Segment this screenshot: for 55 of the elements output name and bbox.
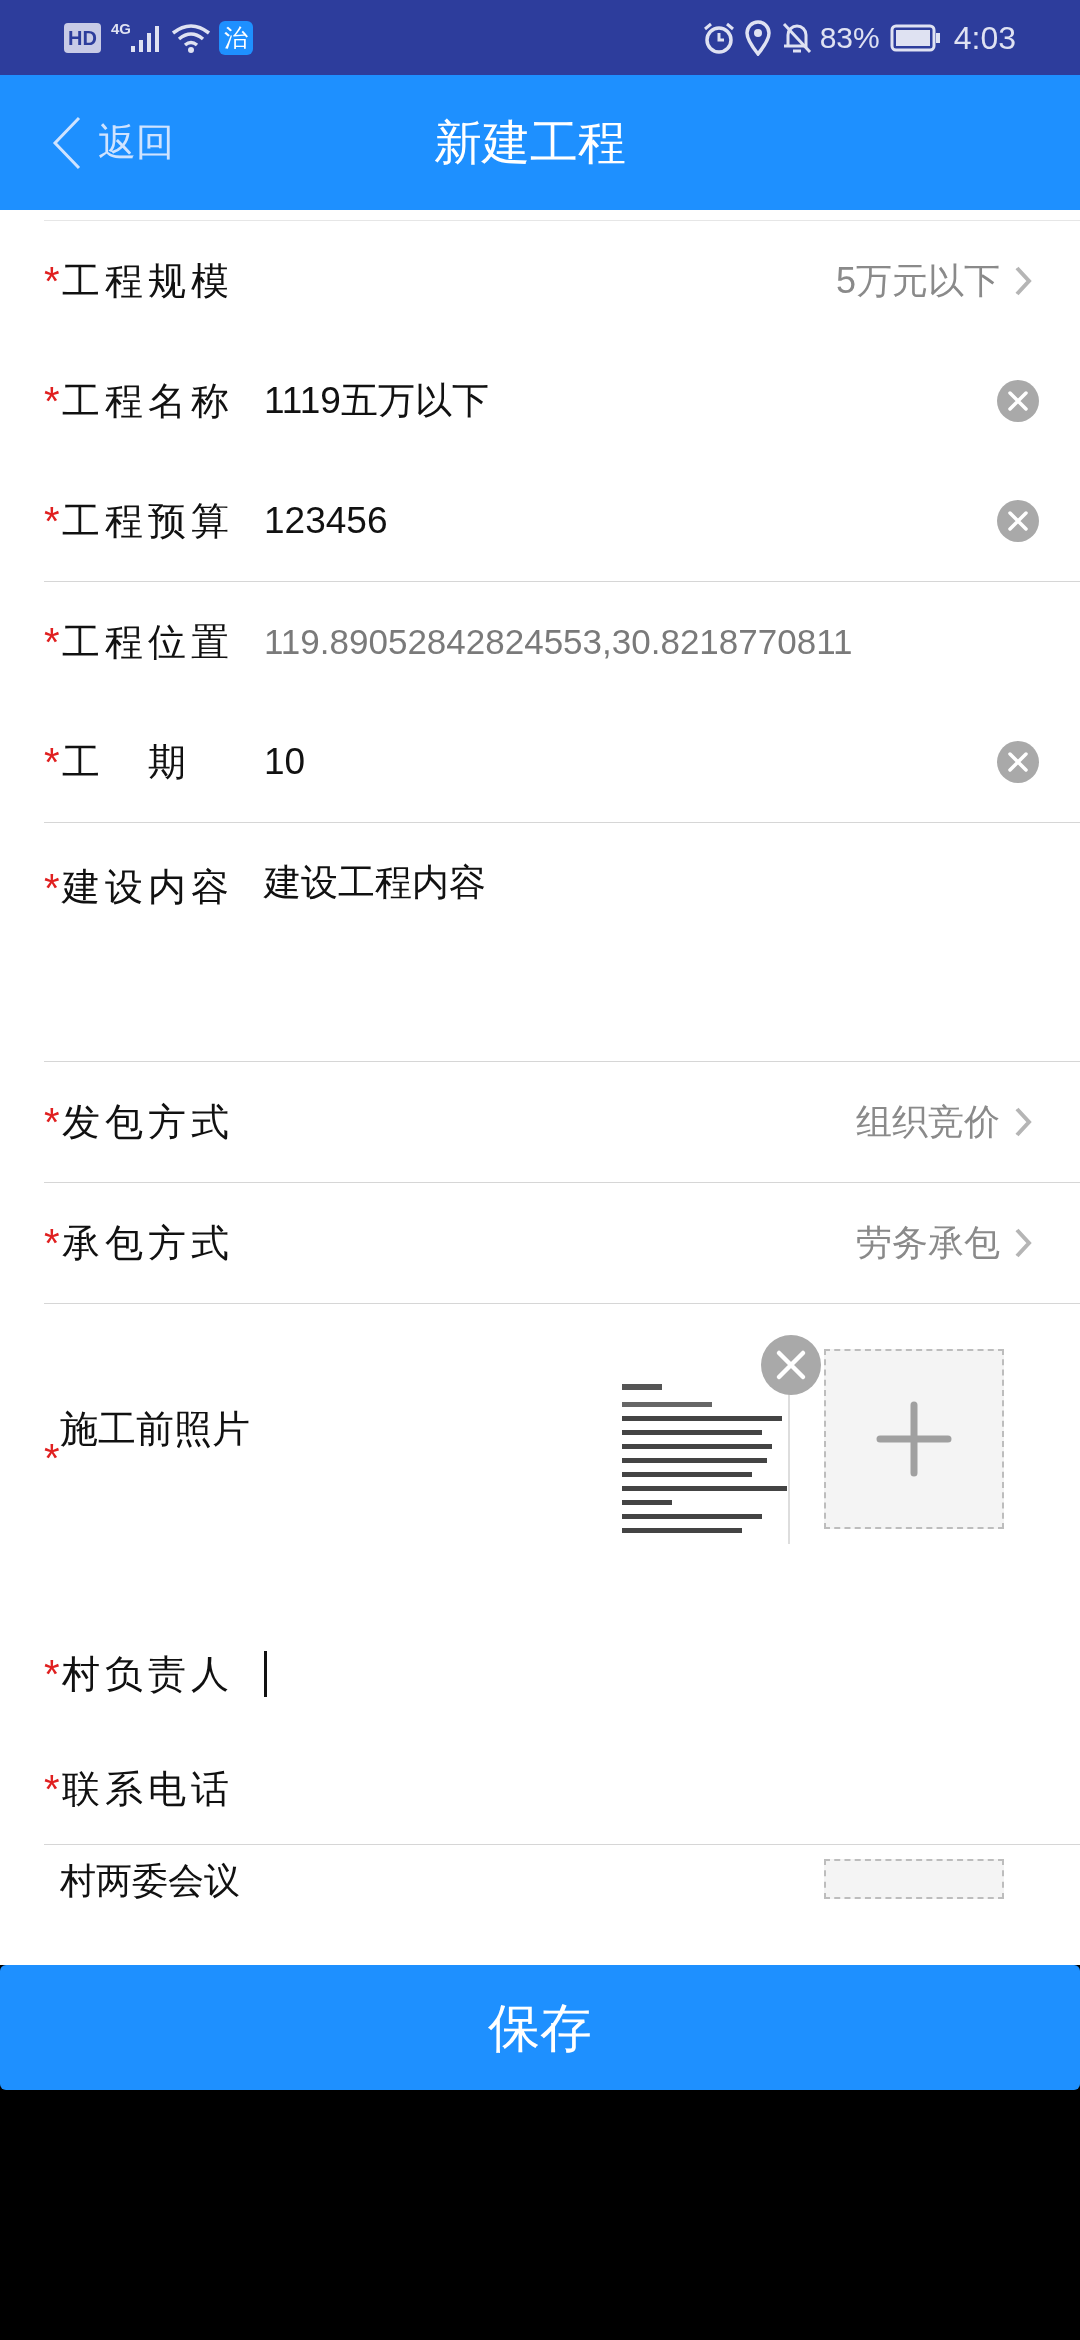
add-photo-tile[interactable] xyxy=(824,1349,1004,1529)
field-label: 工程预算 xyxy=(61,498,234,544)
required-asterisk: * xyxy=(44,622,60,662)
page-title: 新建工程 xyxy=(434,114,626,171)
back-button[interactable]: 返回 xyxy=(0,114,174,171)
field-label: 村两委会议 xyxy=(60,1859,240,1903)
chevron-right-icon xyxy=(1014,265,1032,297)
required-asterisk: * xyxy=(44,742,60,782)
required-asterisk: * xyxy=(44,1769,60,1809)
field-label: 发包方式 xyxy=(61,1099,234,1145)
text-field[interactable]: 123456 xyxy=(244,493,996,549)
location-value: 119.89052842824553,30.8218770811 xyxy=(263,620,853,663)
wifi-icon xyxy=(170,22,211,53)
required-asterisk: * xyxy=(44,501,60,541)
required-asterisk: * xyxy=(44,261,60,301)
select-field[interactable]: 5万元以下 xyxy=(244,254,1032,308)
field-label: 联系电话 xyxy=(61,1766,234,1812)
select-field[interactable]: 组织竞价 xyxy=(244,1095,1032,1149)
field-label: 工程名称 xyxy=(61,378,234,424)
clear-icon[interactable] xyxy=(996,379,1040,423)
field-label: 承包方式 xyxy=(61,1220,234,1266)
clear-icon[interactable] xyxy=(996,499,1040,543)
app-notification-badge: 治 xyxy=(218,20,253,55)
field-label: 村负责人 xyxy=(61,1651,234,1697)
required-asterisk: * xyxy=(44,867,60,908)
field-label: 工程位置 xyxy=(61,619,234,665)
required-asterisk: * xyxy=(44,1102,60,1142)
battery-icon xyxy=(889,23,942,52)
location-icon xyxy=(743,19,772,56)
chevron-right-icon xyxy=(1014,1227,1032,1259)
remove-photo-icon[interactable] xyxy=(760,1334,822,1396)
hd-indicator: HD xyxy=(64,22,101,53)
add-photo-tile[interactable] xyxy=(824,1859,1004,1899)
field-label: 工程规模 xyxy=(61,258,234,304)
signal-icon xyxy=(130,23,161,52)
text-area[interactable]: 建设工程内容 xyxy=(244,859,1040,919)
field-label: 建设内容 xyxy=(61,865,234,910)
required-asterisk: * xyxy=(44,1437,60,1478)
network-type: 4G xyxy=(110,19,131,39)
field-label: 工 期 xyxy=(61,739,191,785)
text-field[interactable]: 10 xyxy=(244,734,996,790)
clock: 4:03 xyxy=(953,18,1016,58)
select-field[interactable]: 劳务承包 xyxy=(244,1216,1032,1270)
required-asterisk: * xyxy=(44,381,60,421)
field-label: 施工前照片 xyxy=(59,1406,250,1452)
required-asterisk: * xyxy=(44,1223,60,1263)
save-button[interactable]: 保存 xyxy=(0,1965,1080,2090)
text-field[interactable]: 1119五万以下 xyxy=(244,373,996,429)
alarm-icon xyxy=(701,20,736,55)
text-cursor xyxy=(264,1651,267,1697)
chevron-right-icon xyxy=(1014,1106,1032,1138)
required-asterisk: * xyxy=(44,1654,60,1694)
clear-icon[interactable] xyxy=(996,740,1040,784)
battery-percent: 83% xyxy=(819,20,880,56)
plus-icon xyxy=(876,1401,952,1477)
